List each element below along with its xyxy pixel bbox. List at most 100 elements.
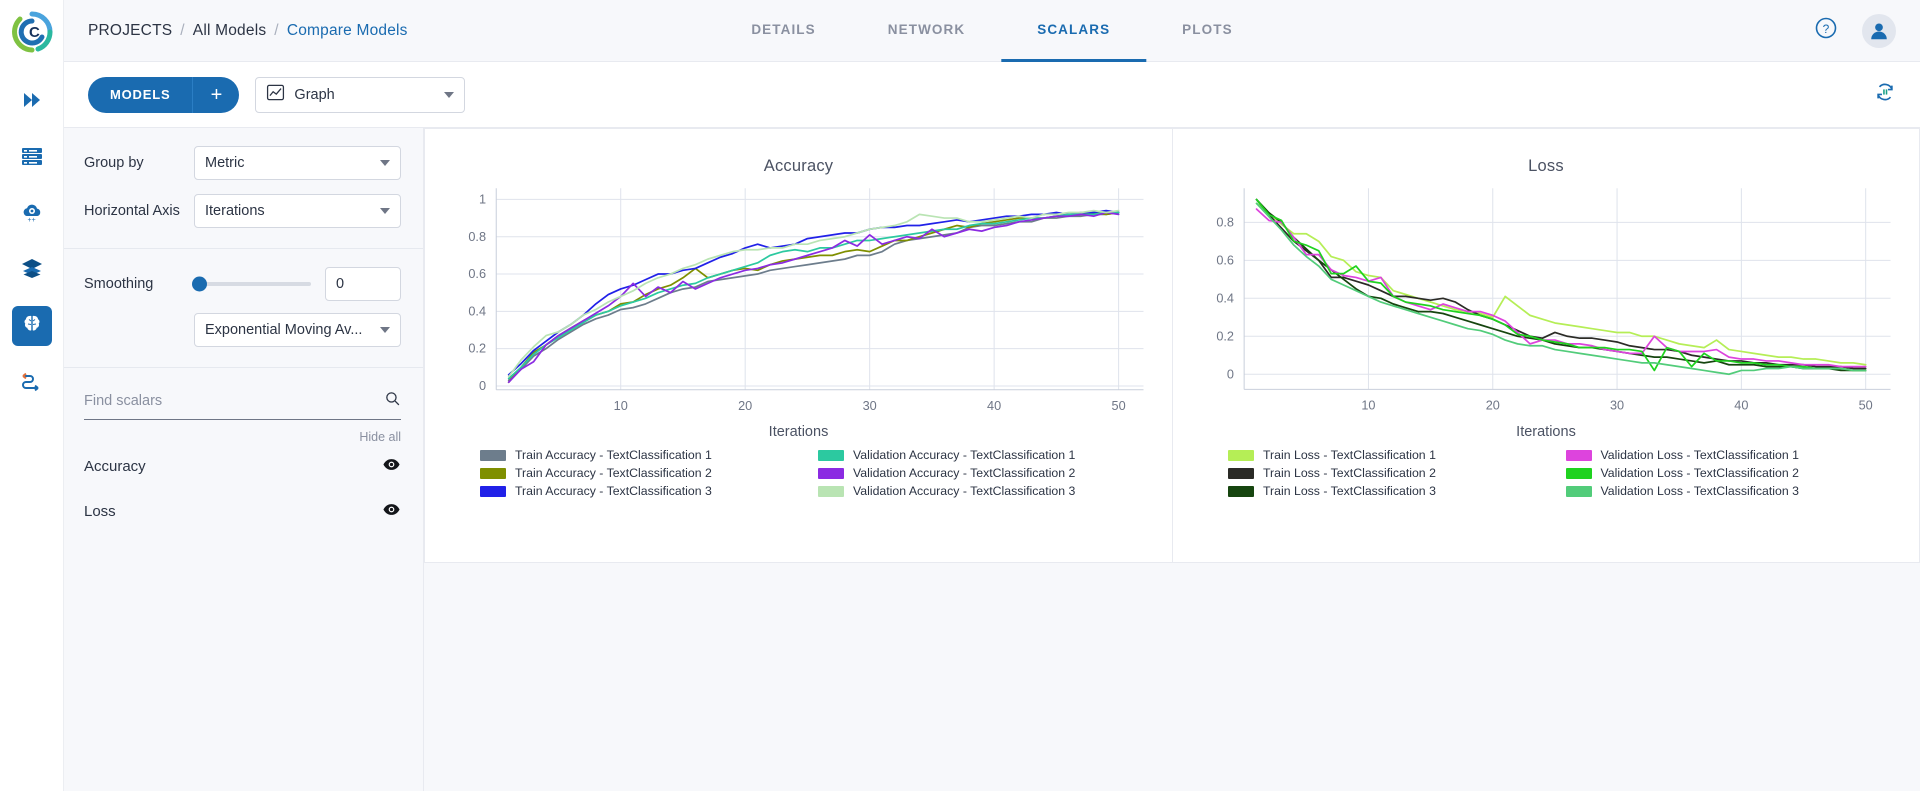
- legend-color-swatch: [1566, 450, 1592, 461]
- double-chevron-icon: [20, 88, 44, 117]
- breadcrumb-separator: /: [274, 22, 279, 40]
- svg-text:20: 20: [1486, 399, 1500, 413]
- sidebar-item-datasets[interactable]: [12, 138, 52, 178]
- chart-loss: Loss 00.20.40.60.81020304050 Iterations …: [1172, 129, 1919, 562]
- legend-color-swatch: [480, 450, 506, 461]
- legend-color-swatch: [1228, 450, 1254, 461]
- svg-text:10: 10: [1361, 399, 1375, 413]
- svg-text:30: 30: [863, 398, 877, 413]
- group-by-select[interactable]: Metric: [194, 146, 401, 180]
- legend-color-swatch: [818, 450, 844, 461]
- metric-list-item-loss[interactable]: Loss: [64, 489, 423, 534]
- legend-color-swatch: [1228, 486, 1254, 497]
- search-input[interactable]: [84, 393, 384, 409]
- tab-plots[interactable]: PLOTS: [1146, 0, 1269, 62]
- auto-refresh-icon[interactable]: [1874, 81, 1896, 108]
- legend-item[interactable]: Train Accuracy - TextClassification 3: [480, 484, 804, 498]
- charts-container: Accuracy 00.20.40.60.811020304050 Iterat…: [424, 128, 1920, 791]
- legend-item[interactable]: Train Loss - TextClassification 2: [1228, 466, 1552, 480]
- line-chart-icon: [266, 83, 285, 106]
- svg-text:50: 50: [1859, 399, 1873, 413]
- legend-item[interactable]: Validation Loss - TextClassification 1: [1566, 448, 1890, 462]
- search-icon[interactable]: [384, 390, 401, 412]
- breadcrumb-all-models[interactable]: All Models: [193, 22, 267, 40]
- svg-text:0.8: 0.8: [1216, 215, 1234, 229]
- charts-card: Accuracy 00.20.40.60.811020304050 Iterat…: [424, 128, 1920, 563]
- shuffle-arrows-icon: [20, 368, 44, 397]
- legend-item[interactable]: Train Loss - TextClassification 3: [1228, 484, 1552, 498]
- smoothing-algorithm-select[interactable]: Exponential Moving Av...: [194, 313, 401, 347]
- breadcrumb-compare-models[interactable]: Compare Models: [287, 22, 408, 40]
- add-model-button[interactable]: +: [193, 77, 239, 113]
- sidebar-item-workers[interactable]: ++: [12, 194, 52, 234]
- svg-text:40: 40: [987, 398, 1001, 413]
- svg-text:0.4: 0.4: [468, 303, 486, 318]
- graph-type-select[interactable]: Graph: [255, 77, 465, 113]
- legend-items: Train Loss - TextClassification 1 Validat…: [1173, 440, 1919, 498]
- smoothing-value-input[interactable]: 0: [325, 267, 401, 301]
- legend-color-swatch: [1566, 486, 1592, 497]
- svg-text:++: ++: [27, 217, 35, 224]
- legend-color-swatch: [818, 486, 844, 497]
- legend-label: Train Accuracy - TextClassification 1: [515, 448, 712, 462]
- eye-icon[interactable]: [382, 500, 401, 523]
- chart-accuracy: Accuracy 00.20.40.60.811020304050 Iterat…: [425, 129, 1172, 562]
- legend-label: Validation Loss - TextClassification 3: [1601, 484, 1799, 498]
- smoothing-slider-track[interactable]: [194, 282, 311, 286]
- legend-label: Train Accuracy - TextClassification 3: [515, 484, 712, 498]
- legend-item[interactable]: Train Accuracy - TextClassification 2: [480, 466, 804, 480]
- svg-text:20: 20: [738, 398, 752, 413]
- legend-item[interactable]: Train Loss - TextClassification 1: [1228, 448, 1552, 462]
- svg-text:0: 0: [479, 378, 486, 393]
- loss-plot[interactable]: 00.20.40.60.81020304050: [1173, 176, 1919, 430]
- tab-network[interactable]: NETWORK: [852, 0, 1001, 62]
- legend-label: Train Loss - TextClassification 3: [1263, 484, 1436, 498]
- models-button[interactable]: MODELS: [88, 77, 193, 113]
- tab-details[interactable]: DETAILS: [715, 0, 851, 62]
- legend-accuracy: Iterations Train Accuracy - TextClassifi…: [425, 424, 1172, 498]
- legend-item[interactable]: Validation Accuracy - TextClassification…: [818, 484, 1142, 498]
- legend-item[interactable]: Validation Accuracy - TextClassification…: [818, 448, 1142, 462]
- scalars-search-section: [64, 368, 423, 420]
- sidebar-item-models[interactable]: [12, 306, 52, 346]
- svg-text:C: C: [29, 24, 40, 41]
- group-by-value: Metric: [205, 155, 244, 171]
- app-root: C: [0, 0, 1920, 791]
- graph-type-label: Graph: [294, 87, 334, 103]
- metric-list-item-accuracy[interactable]: Accuracy: [64, 444, 423, 489]
- tab-bar: DETAILS NETWORK SCALARS PLOTS: [715, 0, 1268, 62]
- legend-label: Train Loss - TextClassification 2: [1263, 466, 1436, 480]
- user-avatar-icon[interactable]: [1862, 14, 1896, 48]
- horizontal-axis-label: Horizontal Axis: [84, 203, 194, 219]
- main-area: PROJECTS / All Models / Compare Models D…: [64, 0, 1920, 791]
- legend-color-swatch: [1228, 468, 1254, 479]
- metric-label: Accuracy: [84, 458, 146, 475]
- tab-scalars[interactable]: SCALARS: [1001, 0, 1146, 62]
- chevron-down-icon: [444, 92, 454, 98]
- svg-text:0.2: 0.2: [1216, 329, 1234, 343]
- horizontal-axis-select[interactable]: Iterations: [194, 194, 401, 228]
- toolbar: MODELS + Graph: [64, 62, 1920, 128]
- clearml-logo[interactable]: C: [8, 8, 56, 56]
- top-header: PROJECTS / All Models / Compare Models D…: [64, 0, 1920, 62]
- legend-item[interactable]: Validation Loss - TextClassification 3: [1566, 484, 1890, 498]
- hide-all-button[interactable]: Hide all: [64, 420, 423, 444]
- svg-text:50: 50: [1112, 398, 1126, 413]
- legend-item[interactable]: Validation Loss - TextClassification 2: [1566, 466, 1890, 480]
- search-row: [84, 390, 401, 420]
- eye-icon[interactable]: [382, 455, 401, 478]
- legend-item[interactable]: Train Accuracy - TextClassification 1: [480, 448, 804, 462]
- legend-label: Train Loss - TextClassification 1: [1263, 448, 1436, 462]
- models-button-group: MODELS +: [88, 77, 239, 113]
- group-by-row: Group by Metric: [84, 146, 401, 180]
- chart-title-accuracy: Accuracy: [425, 129, 1172, 176]
- question-circle-icon[interactable]: ?: [1814, 16, 1838, 45]
- sidebar-item-workflows[interactable]: [12, 362, 52, 402]
- smoothing-slider[interactable]: [194, 267, 325, 301]
- legend-item[interactable]: Validation Accuracy - TextClassification…: [818, 466, 1142, 480]
- sidebar-item-pipelines[interactable]: [12, 82, 52, 122]
- sidebar-item-reports[interactable]: [12, 250, 52, 290]
- breadcrumb-projects[interactable]: PROJECTS: [88, 22, 172, 40]
- smoothing-slider-thumb[interactable]: [192, 277, 207, 292]
- accuracy-plot[interactable]: 00.20.40.60.811020304050: [425, 176, 1172, 430]
